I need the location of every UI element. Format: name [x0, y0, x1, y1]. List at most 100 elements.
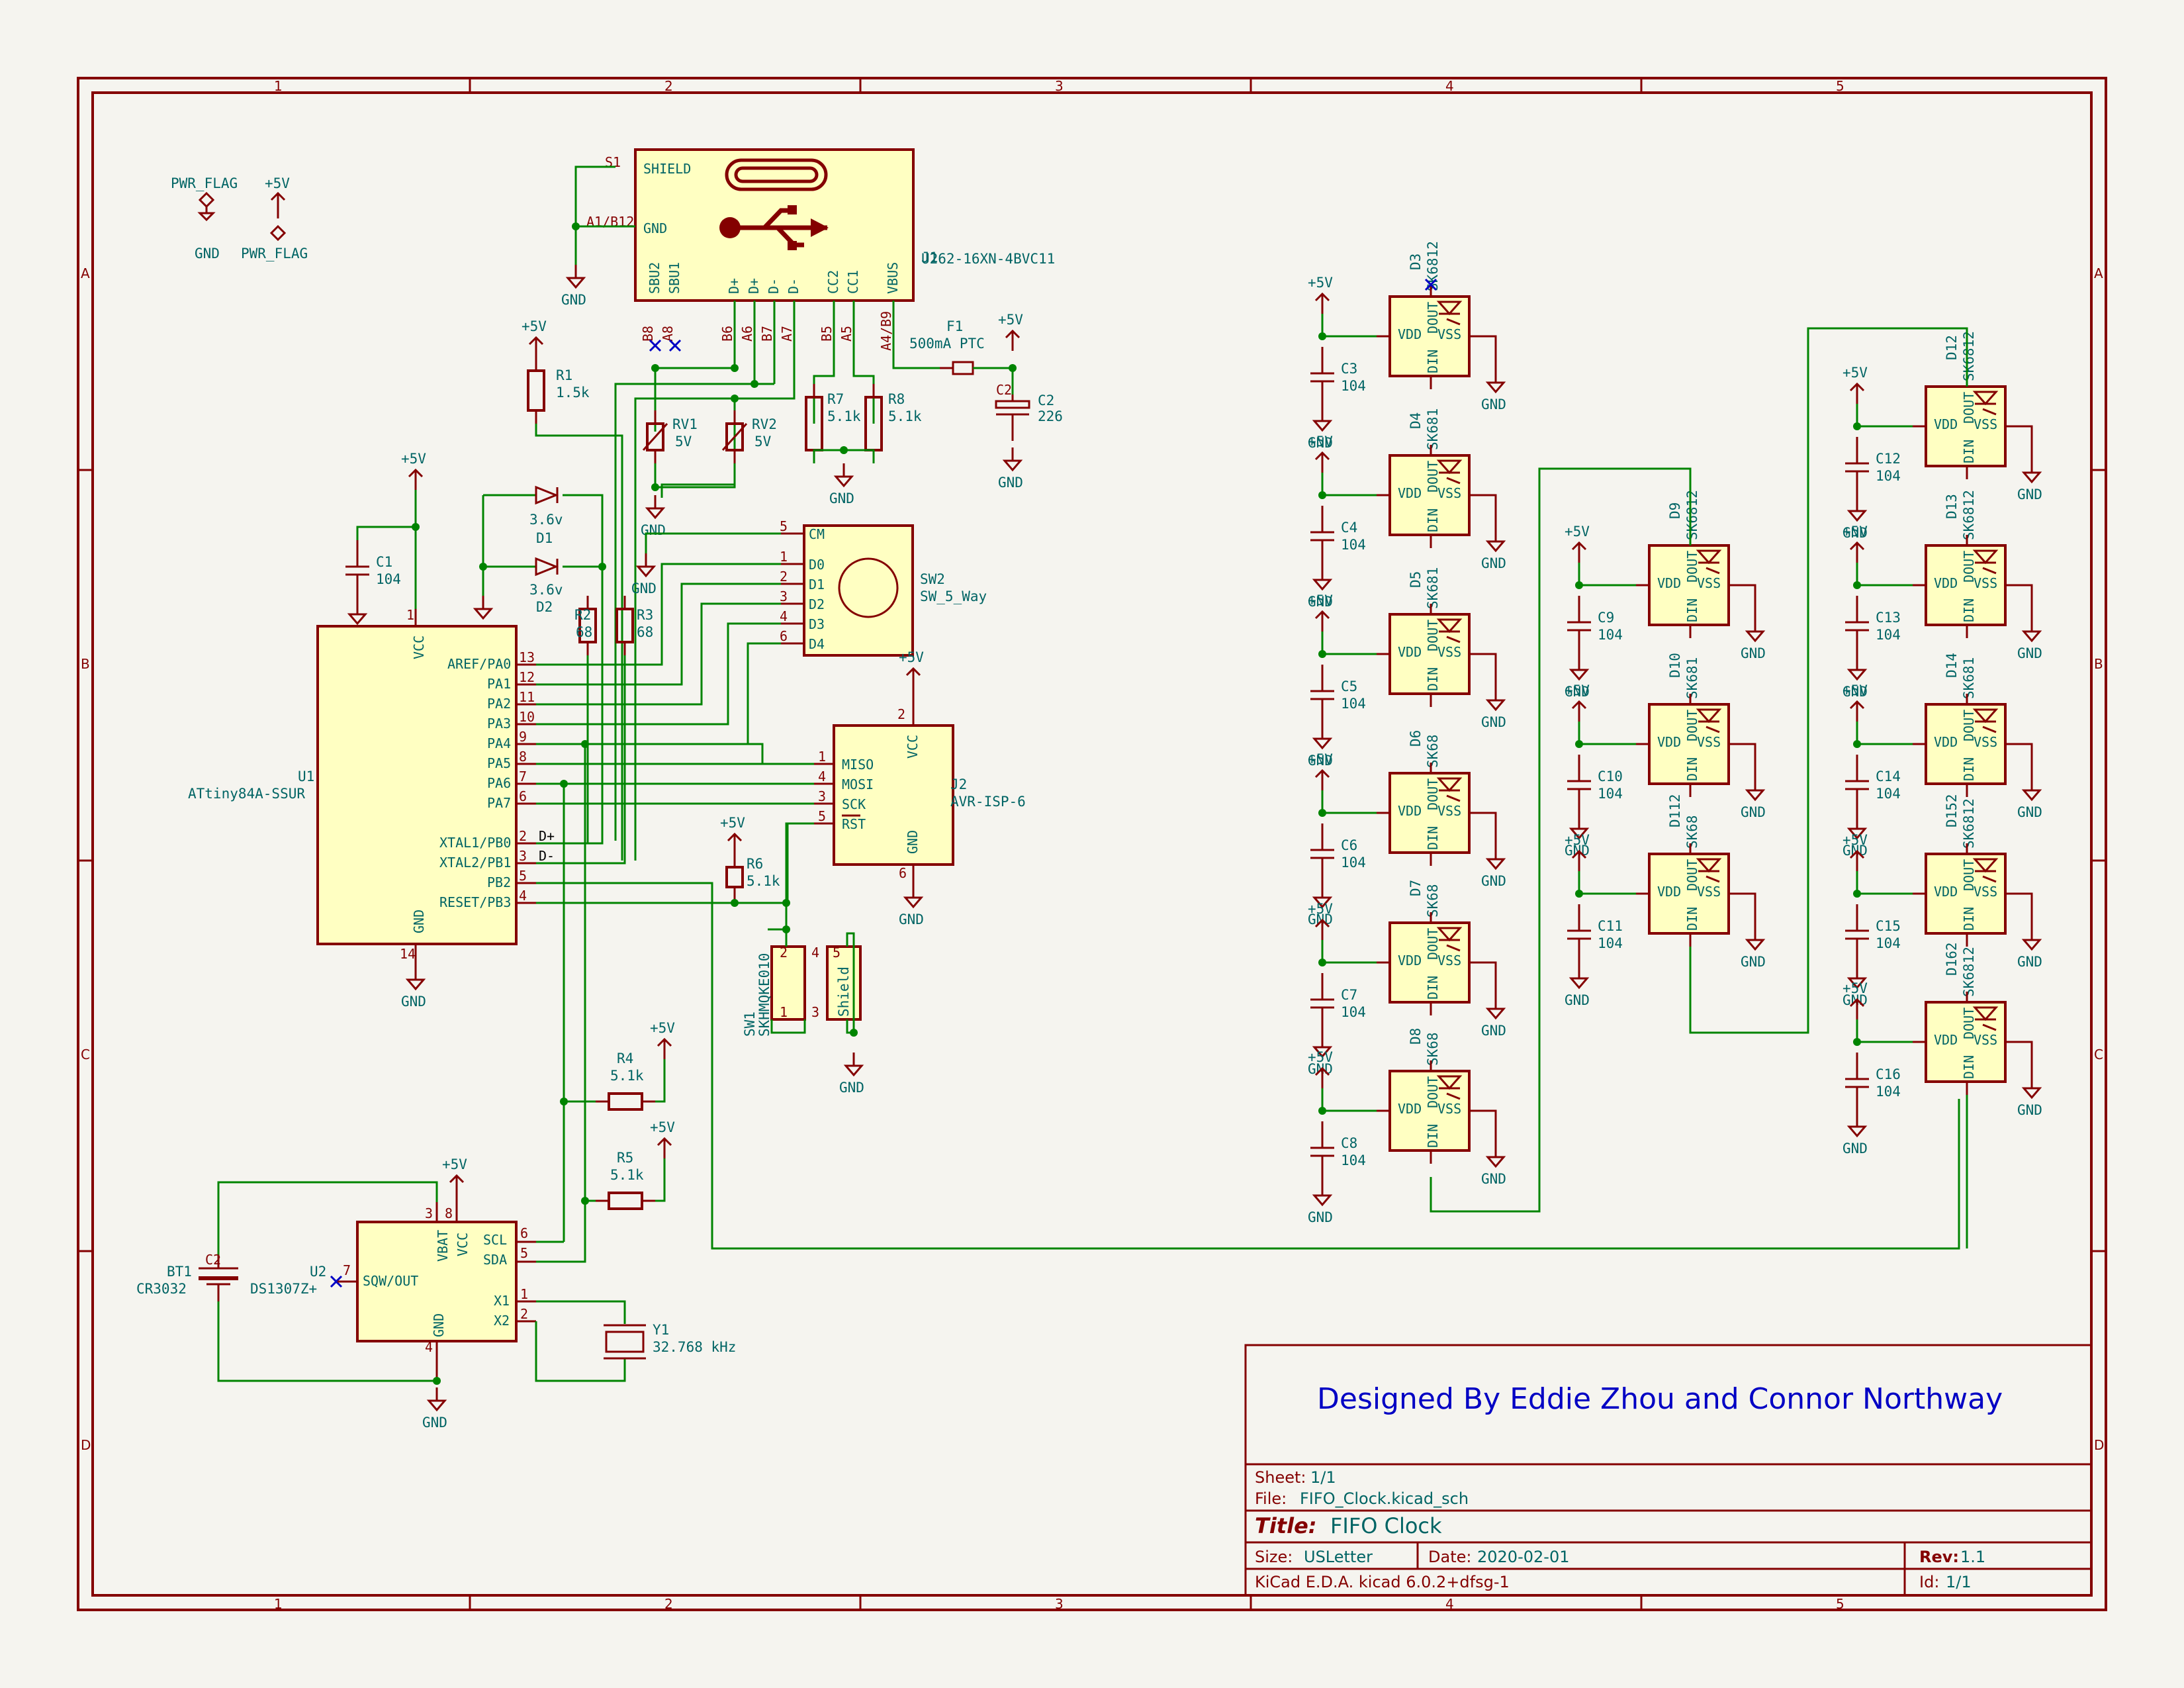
junction-dot: [433, 1377, 441, 1385]
gnd-label: GND: [631, 581, 657, 596]
vcc-arrow-symbol: [1849, 541, 1865, 563]
plus5v-label: +5V: [1843, 524, 1868, 539]
junction-dot: [560, 1098, 568, 1105]
led-din: DIN: [1961, 440, 1977, 463]
u2-ref: U2: [310, 1264, 326, 1280]
file-label: File:: [1255, 1489, 1287, 1508]
vcc-arrow-symbol: [1571, 541, 1587, 563]
led-value: SK681: [1961, 657, 1977, 699]
led-value: SK68: [1425, 884, 1441, 917]
ground-symbol: [405, 966, 426, 991]
r4-ref: R4: [617, 1051, 633, 1066]
grid-col-2-bottom: 2: [664, 1596, 673, 1612]
led-din: DIN: [1684, 757, 1700, 781]
led-vdd: VDD: [1398, 485, 1422, 501]
cap-C5-ref: C5: [1341, 679, 1357, 694]
u2-pin-vbat: 3: [425, 1205, 433, 1221]
usb-pin-shield: SHIELD: [643, 161, 691, 177]
vcc-arrow-symbol: [449, 1174, 465, 1196]
led-ref: D162: [1944, 942, 1960, 976]
ground-symbol: [1485, 369, 1506, 394]
d1-symbol: [535, 485, 559, 505]
file-value: FIFO_Clock.kicad_sch: [1300, 1489, 1469, 1508]
junction-dot: [1853, 422, 1861, 430]
gnd-label: GND: [561, 292, 586, 308]
u2-value: DS1307Z+: [250, 1281, 317, 1297]
led-dout: DOUT: [1425, 302, 1441, 334]
sw1-body: [770, 945, 806, 1021]
cap-C10-value: 104: [1598, 786, 1623, 802]
ground-symbol: [1312, 567, 1333, 591]
u1-pin-11: RESET/PB3: [439, 894, 511, 910]
sw2-pin-2: D1: [809, 577, 825, 592]
cap-C9: [1567, 596, 1591, 657]
gnd-label: GND: [1481, 1171, 1506, 1187]
junction-dot: [651, 483, 659, 491]
pwr-flag-gnd-label: GND: [195, 246, 220, 261]
r1-value: 1.5k: [556, 385, 590, 400]
cap-C10-ref: C10: [1598, 769, 1623, 784]
plus5v-label: +5V: [1308, 751, 1333, 767]
usb-pin-gnd: GND: [643, 220, 667, 236]
id-label: Id:: [1919, 1573, 1939, 1591]
junction-dot: [412, 523, 420, 531]
led-dout: DOUT: [1425, 1076, 1441, 1108]
pwr-flag-label-2: PWR_FLAG: [241, 246, 308, 261]
led-din: DIN: [1684, 907, 1700, 931]
junction-dot: [1318, 332, 1326, 340]
led-vdd: VDD: [1934, 416, 1958, 432]
schematic-content: GNDF1500mA PTC+5VC2C2226GNDR75.1kR85.1kG…: [136, 165, 2042, 1430]
led-value: SK681: [1425, 567, 1441, 609]
c2-symbol: [995, 395, 1030, 441]
rst-route: [785, 822, 814, 903]
grid-row-c-left: C: [81, 1047, 90, 1062]
j2-gnd-pin: 6: [899, 865, 907, 881]
led-value: SK68: [1684, 815, 1700, 849]
u2-pin-sda: 5: [520, 1245, 528, 1261]
plus5v-label: +5V: [1308, 275, 1333, 291]
u1-pin-0: AREF/PA0: [447, 656, 511, 672]
fuse-ref: F1: [946, 318, 963, 334]
rev-label: Rev:: [1919, 1548, 1959, 1566]
led-vdd-wire: [1578, 871, 1636, 895]
junction-dot: [1318, 959, 1326, 966]
cap-C6: [1310, 823, 1334, 884]
grid-col-4-bottom: 4: [1445, 1596, 1454, 1612]
usb-pin-dm1: D-: [766, 278, 782, 294]
cap-C3: [1310, 347, 1334, 408]
u1-pin-5: PA5: [487, 755, 511, 771]
led-ref: D112: [1667, 794, 1683, 827]
cap-C13-value: 104: [1876, 627, 1901, 643]
usb-pin-sbu2: SBU2: [647, 262, 662, 294]
gnd-label: GND: [2017, 645, 2042, 661]
u1-pin-3: PA3: [487, 716, 511, 731]
u1-pin-2: PA2: [487, 696, 511, 712]
ground-symbol: [1485, 528, 1506, 553]
bt1-value: CR3032: [136, 1281, 187, 1297]
sw1-pin-3: 3: [811, 1004, 819, 1020]
grid-row-b-right: B: [2094, 656, 2103, 672]
usb-pn-a7: A7: [779, 326, 795, 342]
led-vdd: VDD: [1398, 326, 1422, 342]
sheet-value: 1/1: [1310, 1468, 1336, 1487]
ground-symbol: [2021, 618, 2042, 643]
fuse-body: [952, 361, 974, 375]
plus5v-label: +5V: [522, 318, 547, 334]
led-value: SK6812: [1961, 947, 1977, 997]
led-dout: DOUT: [1684, 710, 1700, 741]
y1-ref: Y1: [653, 1322, 669, 1338]
u1-ref: U1: [298, 769, 314, 784]
j2-pin-1: MOSI: [842, 776, 874, 792]
cap-C11-value: 104: [1598, 935, 1623, 951]
cap-C9-ref: C9: [1598, 610, 1614, 626]
bt1-plate: [199, 1276, 238, 1280]
y1-value: 32.768 kHz: [653, 1339, 736, 1355]
sw2-pinnum-5: 6: [780, 628, 788, 644]
u1-pin-7: PA7: [487, 795, 511, 811]
u2-x2: X2: [494, 1313, 510, 1329]
gnd-label: GND: [899, 912, 924, 927]
led-vdd-wire: [1321, 790, 1377, 814]
schematic-sheet: 1 2 3 4 5 1 2 3 4 5 A B C D A B C D PWR_…: [77, 77, 2107, 1612]
ground-symbol: [1485, 1144, 1506, 1168]
u1-pinnum-1: 12: [519, 669, 535, 685]
